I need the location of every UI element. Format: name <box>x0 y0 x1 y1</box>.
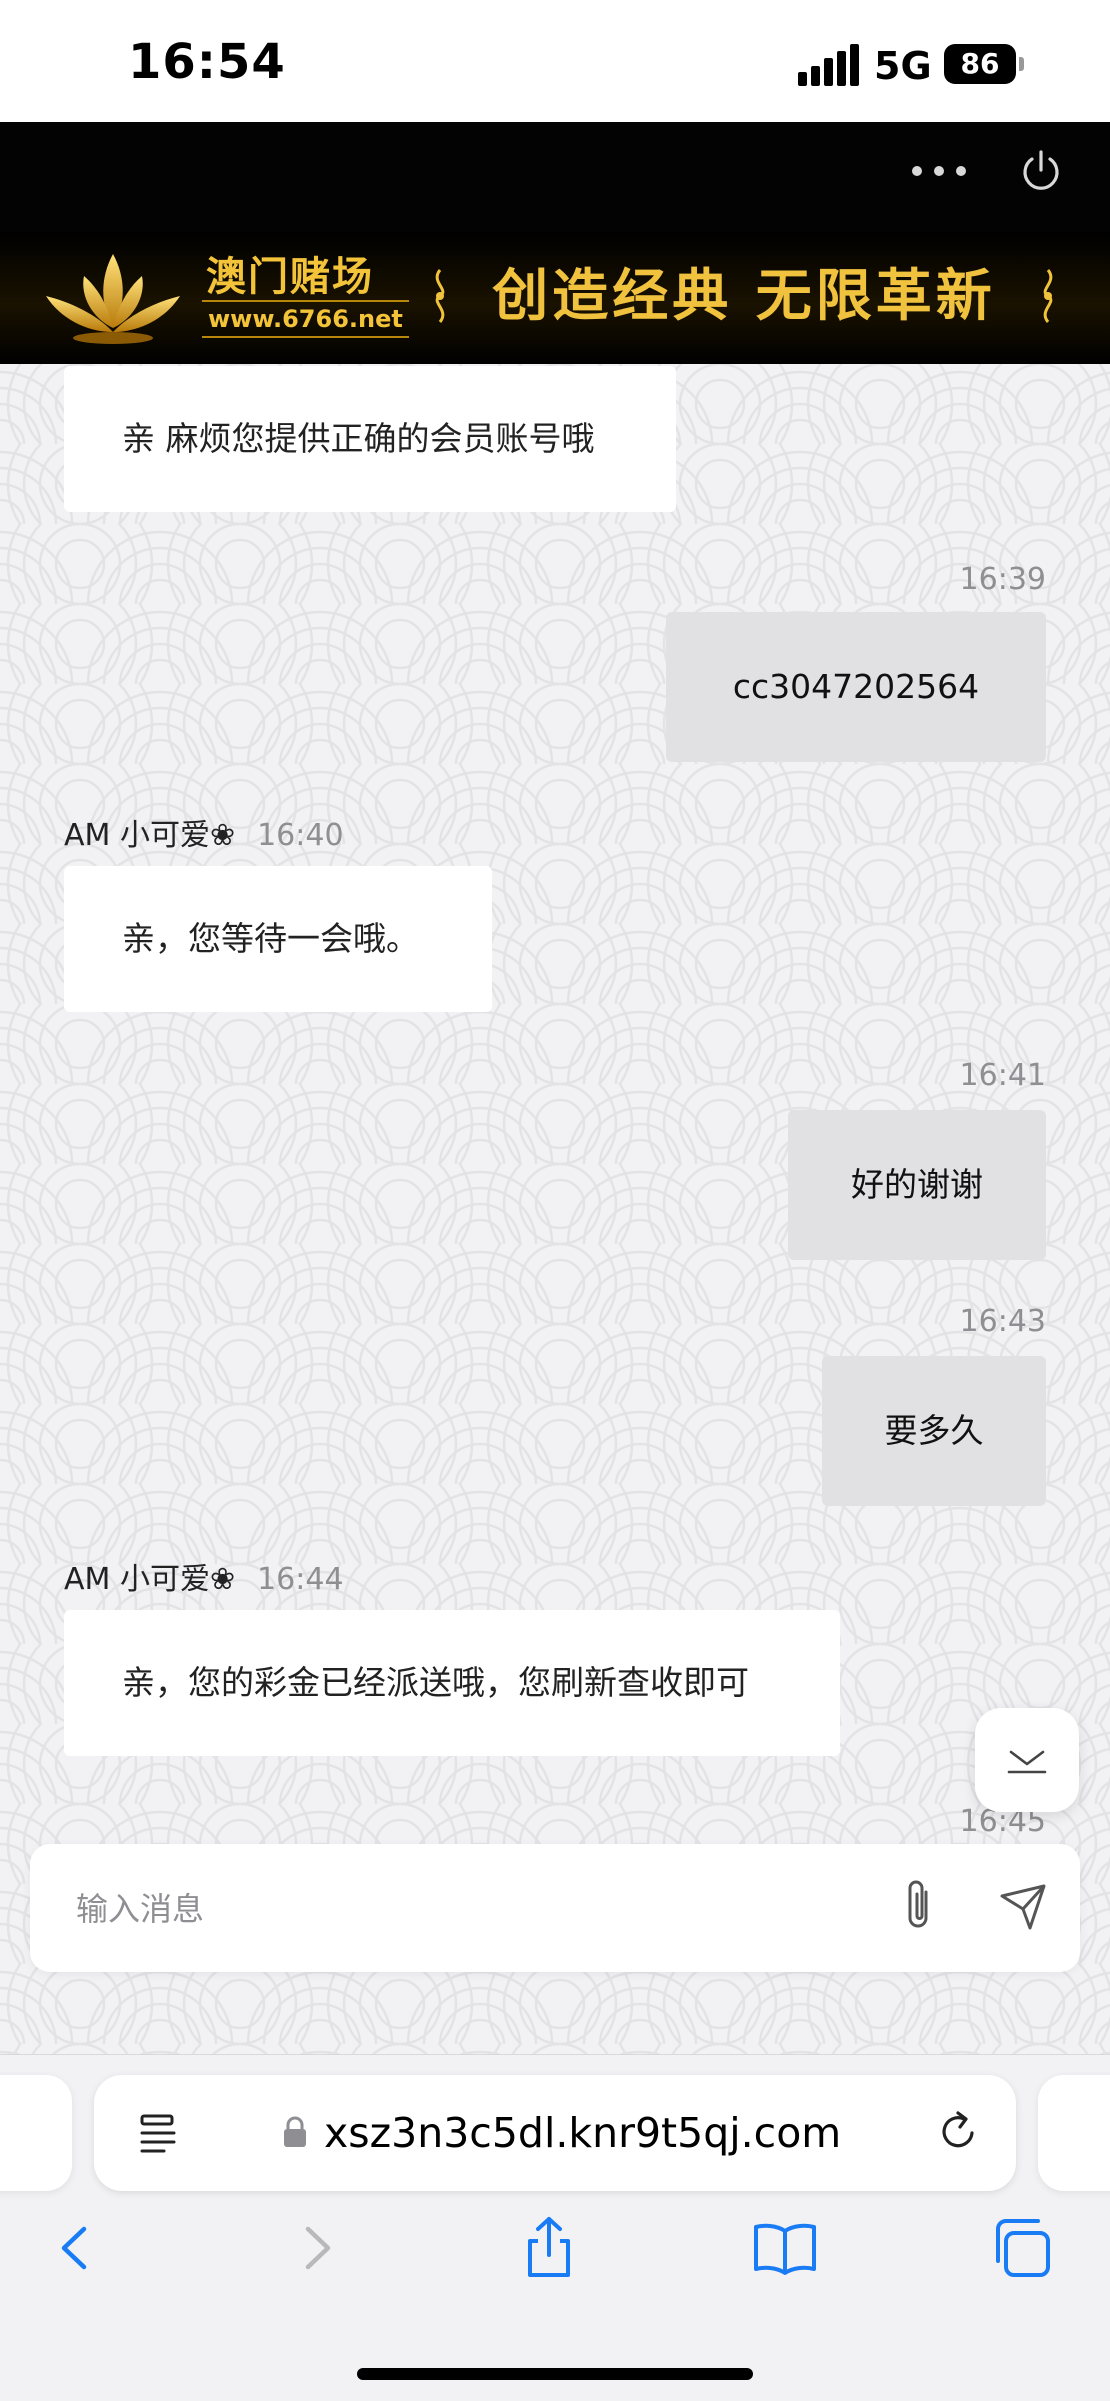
next-tab-preview[interactable] <box>1038 2075 1110 2191</box>
message-bubble-out: cc3047202564 <box>666 612 1046 762</box>
battery-level: 86 <box>944 44 1016 84</box>
back-icon[interactable] <box>42 2215 108 2281</box>
browser-chrome: xsz3n3c5dl.knr9t5qj.com <box>0 2054 1110 2401</box>
message-bubble-in: 亲，您的彩金已经派送哦，您刷新查收即可 <box>64 1610 840 1756</box>
lotus-logo-icon <box>46 254 180 344</box>
message-input[interactable] <box>74 1878 858 1940</box>
home-indicator <box>357 2368 753 2380</box>
share-icon[interactable] <box>516 2215 582 2281</box>
forward-icon[interactable] <box>284 2215 350 2281</box>
message-time: 16:44 <box>257 1562 344 1597</box>
message-bubble-in: 亲，您等待一会哦。 <box>64 866 492 1012</box>
sender-name: AM 小可爱❀ <box>64 1562 236 1597</box>
message-bubble-in: 亲 麻烦您提供正确的会员账号哦 <box>64 366 676 512</box>
brand-name: 澳门赌场 <box>206 253 374 300</box>
send-icon[interactable] <box>990 1874 1054 1938</box>
brand-url: www.6766.net <box>202 300 409 338</box>
sender-name: AM 小可爱❀ <box>64 818 236 853</box>
reader-mode-icon[interactable] <box>136 2111 180 2155</box>
paperclip-icon[interactable] <box>888 1874 952 1938</box>
reload-icon[interactable] <box>936 2109 982 2155</box>
address-bar[interactable]: xsz3n3c5dl.knr9t5qj.com <box>94 2075 1016 2191</box>
power-icon[interactable] <box>1018 148 1064 194</box>
url-text: xsz3n3c5dl.knr9t5qj.com <box>324 2109 842 2157</box>
signal-strength-icon <box>798 44 862 86</box>
slogan-frame: 创造经典 无限革新 <box>426 254 1062 338</box>
scroll-to-bottom-button[interactable] <box>975 1708 1079 1812</box>
chevron-down-icon <box>1007 1750 1047 1774</box>
slogan-text: 创造经典 无限革新 <box>492 263 996 329</box>
ellipsis-icon[interactable] <box>912 160 968 182</box>
message-time: 16:39 <box>959 562 1046 597</box>
ornament-right-icon <box>1043 269 1053 323</box>
message-time: 16:40 <box>257 818 344 853</box>
message-sender: AM 小可爱❀ 16:44 <box>64 1554 344 1598</box>
lock-icon <box>284 2116 306 2147</box>
status-bar: 16:54 5G 86 <box>0 0 1110 122</box>
bookmarks-icon[interactable] <box>752 2215 818 2281</box>
message-bubble-out: 好的谢谢 <box>788 1110 1046 1260</box>
message-composer <box>30 1844 1080 1972</box>
battery-icon: 86 <box>944 44 1026 84</box>
message-bubble-out: 要多久 <box>822 1356 1046 1506</box>
message-sender: AM 小可爱❀ 16:40 <box>64 810 344 854</box>
message-time: 16:41 <box>959 1058 1046 1093</box>
chat-area[interactable]: 亲 麻烦您提供正确的会员账号哦 16:39 cc3047202564 AM 小可… <box>0 364 1110 2054</box>
previous-tab-preview[interactable] <box>0 2075 72 2191</box>
casino-banner: 澳门赌场 www.6766.net 创造经典 无限革新 <box>0 232 1110 364</box>
tabs-icon[interactable] <box>990 2215 1056 2281</box>
network-type: 5G <box>874 44 932 88</box>
app-header: 澳门赌场 www.6766.net 创造经典 无限革新 <box>0 122 1110 364</box>
message-time: 16:43 <box>959 1304 1046 1339</box>
status-time: 16:54 <box>128 34 286 90</box>
ornament-left-icon <box>435 269 445 323</box>
